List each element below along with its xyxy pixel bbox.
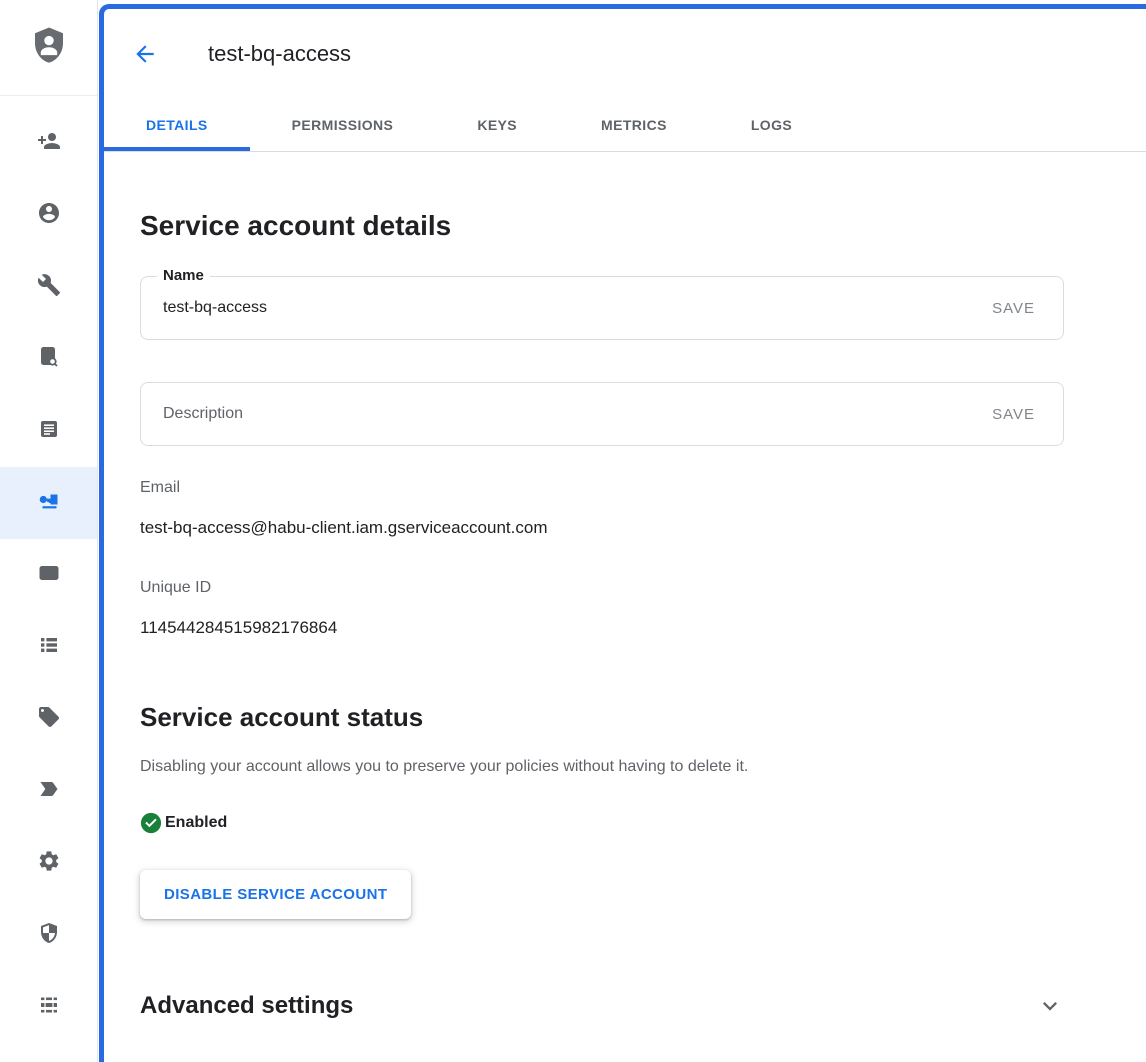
description-save-button[interactable]: SAVE [976,406,1035,423]
tab-keys[interactable]: KEYS [435,99,559,151]
document-lines-icon [37,417,61,446]
sidebar-item-identity-aware-proxy[interactable] [0,971,97,1043]
unique-id-block: Unique ID 114544284515982176864 [140,578,1064,640]
tab-logs[interactable]: LOGS [709,99,834,151]
tab-details[interactable]: DETAILS [104,99,250,151]
chevron-down-icon[interactable] [1036,992,1064,1020]
sidebar-item-service-accounts[interactable] [0,467,97,539]
name-field-label: Name [157,266,210,286]
tab-metrics[interactable]: METRICS [559,99,709,151]
name-input[interactable] [163,299,976,317]
sidebar-item-tags[interactable] [0,755,97,827]
status-state-label: Enabled [165,814,227,832]
service-accounts-key-icon [37,489,61,518]
badge-card-icon [37,561,61,590]
description-field: SAVE [140,382,1064,446]
page-header: test-bq-access [104,9,1146,99]
advanced-settings-title: Advanced settings [140,991,353,1021]
sidebar-item-organization-policies[interactable] [0,395,97,467]
status-section-title: Service account status [140,700,1064,734]
check-circle-icon [140,812,162,834]
tab-bar: DETAILS PERMISSIONS KEYS METRICS LOGS [104,99,1146,152]
name-field: Name SAVE [140,276,1064,340]
unique-id-value: 114544284515982176864 [140,616,1064,640]
tab-permissions[interactable]: PERMISSIONS [250,99,436,151]
email-label: Email [140,478,1064,498]
disable-service-account-button[interactable]: DISABLE SERVICE ACCOUNT [140,870,411,919]
wrench-icon [37,273,61,302]
sidebar-item-identity-organization[interactable] [0,179,97,251]
details-content: Service account details Name SAVE SAVE E… [104,208,1146,1021]
details-section-title: Service account details [140,208,1064,244]
striped-panel-icon [37,993,61,1022]
sidebar-item-labels[interactable] [0,683,97,755]
description-input[interactable] [163,405,976,423]
sidebar-item-policy-analyzer[interactable] [0,323,97,395]
email-value: test-bq-access@habu-client.iam.gservicea… [140,516,1064,540]
shield-half-icon [37,921,61,950]
status-description: Disabling your account allows you to pre… [140,756,1064,778]
status-enabled-row: Enabled [140,812,1064,834]
person-add-icon [37,129,61,158]
back-button[interactable] [132,41,158,67]
arrow-label-icon [37,777,61,806]
name-save-button[interactable]: SAVE [976,300,1035,317]
person-circle-icon [37,201,61,230]
email-block: Email test-bq-access@habu-client.iam.gse… [140,478,1064,540]
tag-icon [37,705,61,734]
unique-id-label: Unique ID [140,578,1064,598]
page-title: test-bq-access [208,41,351,67]
arrow-back-icon [132,41,158,67]
sidebar-item-roles[interactable] [0,611,97,683]
sidebar-item-settings[interactable] [0,827,97,899]
document-search-icon [37,345,61,374]
sidebar-nav [0,96,97,1043]
gear-icon [37,849,61,878]
advanced-settings-row[interactable]: Advanced settings [140,991,1064,1021]
service-account-panel: test-bq-access DETAILS PERMISSIONS KEYS … [99,4,1146,1062]
sidebar-item-workload-identity-federation[interactable] [0,539,97,611]
iam-shield-logo [28,24,70,71]
list-icon [37,633,61,662]
iam-admin-logo-cell[interactable] [0,0,97,96]
sidebar-item-policy-troubleshooter[interactable] [0,251,97,323]
sidebar-item-privacy-security[interactable] [0,899,97,971]
iam-admin-sidebar [0,0,98,1062]
sidebar-item-iam[interactable] [0,107,97,179]
